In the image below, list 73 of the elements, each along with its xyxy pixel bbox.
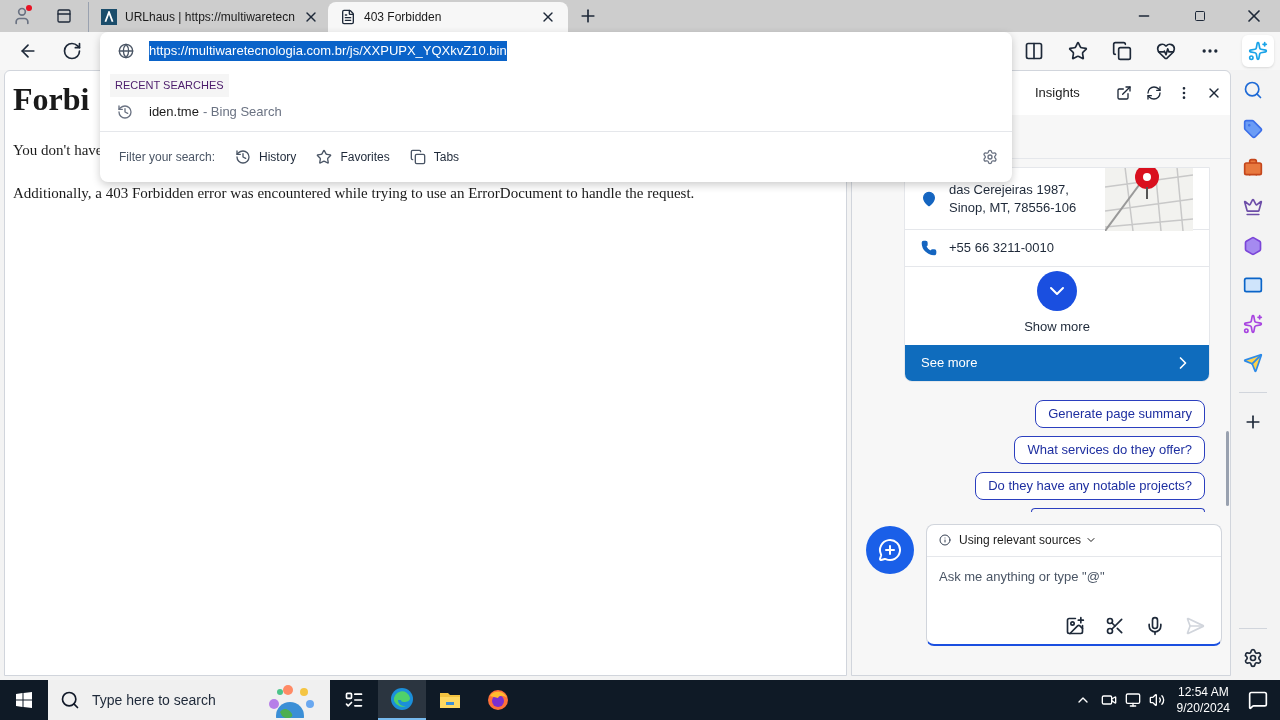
star-icon <box>316 148 333 165</box>
filter-button[interactable]: Favorites <box>316 147 390 166</box>
tab-title: URLhaus | https://multiwaretecn <box>125 9 295 26</box>
search-icon[interactable] <box>1243 80 1263 100</box>
refresh-icon[interactable] <box>1146 85 1162 101</box>
screenshot-icon[interactable] <box>1105 615 1125 636</box>
address-text: das Cerejeiras 1987, Sinop, MT, 78556-106 <box>949 180 1078 217</box>
clock-date: 9/20/2024 <box>1176 700 1230 716</box>
site-logo-icon <box>101 9 117 25</box>
section-header: RECENT SEARCHES <box>110 74 229 97</box>
performance-icon[interactable] <box>1156 41 1176 61</box>
meet-now-icon[interactable] <box>1100 692 1117 708</box>
volume-icon[interactable] <box>1148 692 1165 708</box>
scrollbar-thumb[interactable] <box>1226 431 1229 506</box>
panel-title: Insights <box>1035 84 1080 103</box>
phone-icon <box>921 240 937 256</box>
windows-logo-icon[interactable] <box>16 692 32 708</box>
edge-icon <box>390 687 414 711</box>
filter-button[interactable]: History <box>235 147 297 166</box>
expand-button[interactable] <box>1037 271 1077 311</box>
suggestion-chip[interactable]: Generate page summary <box>1035 399 1205 428</box>
recent-search-item[interactable]: iden.tme - Bing Search <box>100 96 1012 127</box>
clock-time: 12:54 AM <box>1177 684 1229 700</box>
copilot-button[interactable] <box>1242 35 1274 67</box>
page-heading: Forbi <box>13 80 90 119</box>
taskbar-app[interactable] <box>378 680 426 720</box>
page-paragraph: Additionally, a 403 Forbidden error was encountered while trying to use an ErrorDocument to handle the request. <box>13 183 695 203</box>
show-more-label: Show more <box>1024 318 1090 336</box>
network-icon[interactable] <box>1124 692 1141 708</box>
settings-icon[interactable] <box>1243 648 1263 668</box>
globe-icon <box>118 43 134 59</box>
chat-input-field[interactable]: Ask me anything or type "@" <box>939 566 1209 586</box>
search-placeholder: Type here to search <box>92 690 217 710</box>
profile-icon[interactable] <box>12 6 32 26</box>
search-source: - Bing Search <box>202 102 282 121</box>
tab-actions-icon[interactable] <box>56 8 72 24</box>
microphone-icon[interactable] <box>1145 615 1165 636</box>
task-view-icon <box>344 690 364 710</box>
suggestion-chip[interactable]: What services do they offer? <box>1014 435 1205 464</box>
sources-dropdown[interactable]: Using relevant sources <box>959 531 1098 549</box>
briefcase-icon[interactable] <box>1243 158 1263 178</box>
copilot-icon <box>1248 41 1268 61</box>
location-icon <box>921 190 937 207</box>
tag-icon[interactable] <box>1243 119 1263 139</box>
address-field[interactable]: https://multiwaretecnologia.com.br/js/XXPUPX_YQXkvZ10.bin <box>149 41 507 61</box>
add-image-icon[interactable] <box>1065 615 1085 636</box>
browser-tab[interactable]: 403 Forbidden <box>328 2 568 32</box>
notifications-icon[interactable] <box>1248 690 1268 710</box>
history-icon <box>117 103 133 120</box>
filter-button[interactable]: Tabs <box>409 147 460 166</box>
page-icon <box>340 9 356 25</box>
tabs-icon <box>409 148 426 165</box>
collections-icon[interactable] <box>1112 41 1132 61</box>
open-in-tab-icon[interactable] <box>1116 85 1132 101</box>
new-chat-button[interactable] <box>866 525 914 574</box>
search-icon <box>60 690 80 710</box>
refresh-icon[interactable] <box>62 41 82 61</box>
paper-plane-icon[interactable] <box>1243 353 1263 373</box>
see-more-button[interactable]: See more <box>905 344 1209 381</box>
search-query: iden.tme <box>149 102 199 121</box>
tab-title: 403 Forbidden <box>364 9 443 26</box>
new-chat-icon <box>878 537 902 562</box>
restore-icon[interactable] <box>1194 10 1206 22</box>
info-icon <box>939 534 951 546</box>
filter-label: Filter your search: <box>119 148 216 166</box>
favorites-icon[interactable] <box>1068 41 1088 61</box>
split-screen-icon[interactable] <box>1024 41 1044 61</box>
phone-number: +55 66 3211-0010 <box>949 239 1054 258</box>
history-icon <box>235 148 252 165</box>
taskbar-search-field[interactable]: Type here to search <box>48 680 330 720</box>
firefox-icon <box>486 688 510 712</box>
clock[interactable]: 12:54 AM 9/20/2024 <box>1172 684 1234 716</box>
suggestion-chip[interactable]: Do they have any notable projects? <box>975 471 1205 500</box>
